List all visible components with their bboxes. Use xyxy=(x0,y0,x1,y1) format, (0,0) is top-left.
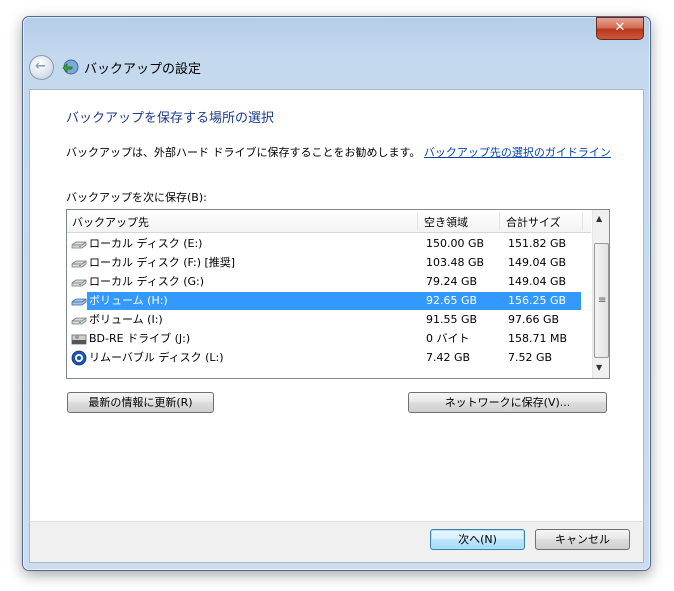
total-size: 7.52 GB xyxy=(508,351,553,364)
free-space: 91.55 GB xyxy=(426,313,478,326)
backup-destination-list[interactable]: バックアップ先 空き領域 合計サイズ ローカル ディスク (E:) 150.00… xyxy=(66,209,610,379)
backup-app-icon xyxy=(62,59,79,75)
hard-drive-icon xyxy=(71,260,87,268)
vertical-scrollbar[interactable]: ▲ ≡ ▼ xyxy=(592,210,609,378)
window-title: バックアップの設定 xyxy=(84,62,202,77)
cancel-button[interactable]: キャンセル xyxy=(535,529,630,550)
column-total-size[interactable]: 合計サイズ xyxy=(506,214,561,230)
drive-name: ボリューム (I:) xyxy=(89,313,163,326)
hard-drive-icon xyxy=(71,317,87,325)
save-to-network-button[interactable]: ネットワークに保存(V)... xyxy=(408,392,607,413)
scroll-down-icon[interactable]: ▼ xyxy=(596,363,602,372)
total-size: 156.25 GB xyxy=(508,294,567,307)
list-header: バックアップ先 空き領域 合計サイズ xyxy=(67,210,591,233)
guideline-link[interactable]: バックアップ先の選択のガイドライン xyxy=(424,146,611,159)
scroll-thumb[interactable]: ≡ xyxy=(594,243,609,358)
recommendation-text: バックアップは、外部ハード ドライブに保存することをお勧めします。 バックアップ… xyxy=(66,144,611,160)
save-destination-label: バックアップを次に保存(B): xyxy=(66,191,207,204)
column-divider xyxy=(582,212,583,230)
scroll-grip-icon: ≡ xyxy=(598,295,607,306)
removable-disk-icon xyxy=(71,350,87,366)
total-size: 151.82 GB xyxy=(508,237,567,250)
list-item-selected[interactable]: ボリューム (H:) 92.65 GB 156.25 GB xyxy=(71,292,591,310)
total-size: 149.04 GB xyxy=(508,256,567,269)
drive-name: BD-RE ドライブ (J:) xyxy=(89,332,191,345)
recommendation-label: バックアップは、外部ハード ドライブに保存することをお勧めします。 xyxy=(66,146,421,159)
list-item[interactable]: ローカル ディスク (E:) 150.00 GB 151.82 GB xyxy=(71,235,591,253)
back-arrow-icon: ← xyxy=(35,59,46,74)
column-destination[interactable]: バックアップ先 xyxy=(72,214,149,230)
page-heading: バックアップを保存する場所の選択 xyxy=(66,111,275,126)
hard-drive-icon xyxy=(71,241,87,249)
back-button[interactable]: ← xyxy=(29,55,54,80)
list-item[interactable]: リムーバブル ディスク (L:) 7.42 GB 7.52 GB xyxy=(71,349,591,367)
total-size: 97.66 GB xyxy=(508,313,560,326)
drive-name: ローカル ディスク (E:) xyxy=(89,237,203,250)
free-space: 92.65 GB xyxy=(426,294,478,307)
total-size: 149.04 GB xyxy=(508,275,567,288)
column-divider xyxy=(417,212,418,230)
column-free-space[interactable]: 空き領域 xyxy=(424,214,468,230)
list-item[interactable]: ローカル ディスク (F:) [推奨] 103.48 GB 149.04 GB xyxy=(71,254,591,272)
column-divider xyxy=(499,212,500,230)
close-button[interactable]: ✕ xyxy=(596,17,644,40)
hard-drive-icon xyxy=(71,298,87,306)
free-space: 7.42 GB xyxy=(426,351,471,364)
total-size: 158.71 MB xyxy=(508,332,568,345)
next-button[interactable]: 次へ(N) xyxy=(430,529,525,550)
list-item[interactable]: BD-RE ドライブ (J:) 0 バイト 158.71 MB xyxy=(71,330,591,348)
drive-name: ローカル ディスク (F:) [推奨] xyxy=(89,256,236,269)
drive-name: リムーバブル ディスク (L:) xyxy=(89,351,224,364)
free-space: 103.48 GB xyxy=(426,256,485,269)
drive-name: ローカル ディスク (G:) xyxy=(89,275,205,288)
refresh-button[interactable]: 最新の情報に更新(R) xyxy=(67,392,214,413)
scroll-up-icon[interactable]: ▲ xyxy=(596,214,602,223)
free-space: 79.24 GB xyxy=(426,275,478,288)
bd-drive-icon xyxy=(71,334,87,345)
drive-name: ボリューム (H:) xyxy=(89,294,168,307)
hard-drive-icon xyxy=(71,279,87,287)
list-item[interactable]: ボリューム (I:) 91.55 GB 97.66 GB xyxy=(71,311,591,329)
free-space: 150.00 GB xyxy=(426,237,485,250)
free-space: 0 バイト xyxy=(426,332,470,345)
list-item[interactable]: ローカル ディスク (G:) 79.24 GB 149.04 GB xyxy=(71,273,591,291)
